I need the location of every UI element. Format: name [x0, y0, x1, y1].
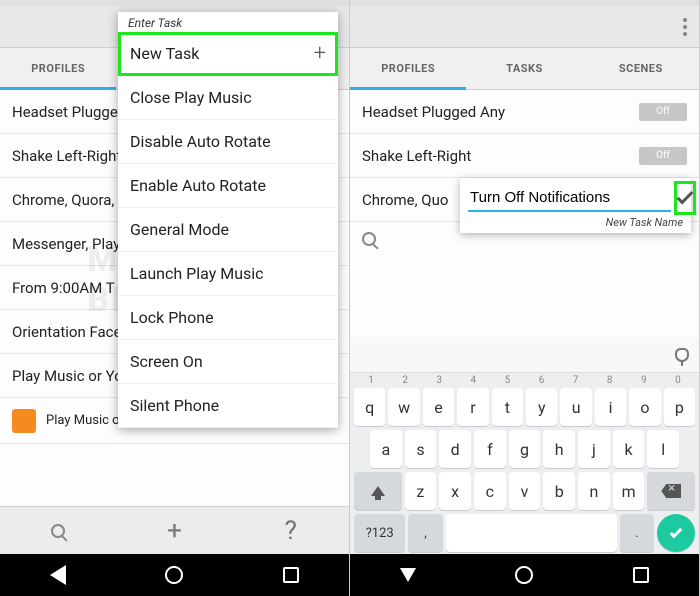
key[interactable]: p: [664, 388, 695, 426]
key[interactable]: y: [526, 388, 557, 426]
task-item[interactable]: Lock Phone: [118, 296, 338, 340]
overflow-icon[interactable]: [683, 18, 689, 36]
android-nav-bar: [350, 554, 699, 596]
search-button[interactable]: [362, 232, 388, 258]
number-hint-row: 1234567890: [350, 373, 699, 386]
key-row-1: q w e r t y u i o p: [350, 386, 699, 428]
key[interactable]: r: [457, 388, 488, 426]
key[interactable]: u: [560, 388, 591, 426]
nav-recents-icon[interactable]: [633, 567, 649, 583]
tab-profiles[interactable]: PROFILES: [0, 48, 116, 89]
key[interactable]: x: [439, 472, 471, 510]
search-icon: [51, 524, 65, 538]
key[interactable]: n: [578, 472, 610, 510]
shift-key[interactable]: [354, 472, 402, 510]
key[interactable]: b: [543, 472, 575, 510]
key[interactable]: f: [474, 430, 506, 468]
backspace-icon: [661, 484, 681, 498]
help-button[interactable]: ?: [233, 507, 349, 554]
key[interactable]: i: [595, 388, 626, 426]
toggle-off[interactable]: Off: [639, 103, 687, 121]
new-task-name-card: New Task Name: [460, 178, 691, 233]
mic-icon[interactable]: [675, 348, 689, 362]
key[interactable]: l: [647, 430, 679, 468]
key-row-4: ?123 , .: [350, 512, 699, 554]
confirm-button[interactable]: [677, 184, 693, 212]
suggestion-bar: [350, 337, 699, 373]
tab-tasks[interactable]: TASKS: [466, 48, 582, 89]
key-row-2: a s d f g h j k l: [350, 428, 699, 470]
nav-home-icon[interactable]: [165, 566, 183, 584]
key-row-3: z x c v b n m: [350, 470, 699, 512]
popup-title: Enter Task: [118, 12, 338, 32]
key[interactable]: w: [388, 388, 419, 426]
list-item[interactable]: Shake Left-Right Off: [350, 134, 699, 178]
task-item[interactable]: General Mode: [118, 208, 338, 252]
phone-left: PROFILES TASKS SCENES Headset Plugged Sh…: [0, 0, 350, 596]
key[interactable]: t: [492, 388, 523, 426]
comma-key[interactable]: ,: [408, 514, 442, 552]
task-item[interactable]: Screen On: [118, 340, 338, 384]
task-select-popup: Enter Task New Task + Close Play Music D…: [118, 12, 338, 428]
check-icon: [670, 525, 683, 538]
key[interactable]: c: [474, 472, 506, 510]
list-item[interactable]: Headset Plugged Any Off: [350, 90, 699, 134]
tab-scenes[interactable]: SCENES: [583, 48, 699, 89]
plus-icon: +: [314, 41, 326, 66]
task-item[interactable]: Close Play Music: [118, 76, 338, 120]
key[interactable]: z: [405, 472, 437, 510]
task-item[interactable]: Enable Auto Rotate: [118, 164, 338, 208]
backspace-key[interactable]: [647, 472, 695, 510]
soft-keyboard: 1234567890 q w e r t y u i o p a s d f g…: [350, 337, 699, 554]
task-name-hint: New Task Name: [468, 216, 683, 229]
key[interactable]: s: [405, 430, 437, 468]
enter-key[interactable]: [657, 514, 695, 552]
space-key[interactable]: [446, 514, 617, 552]
check-icon: [677, 188, 694, 205]
key[interactable]: q: [354, 388, 385, 426]
play-music-icon: [12, 409, 36, 433]
search-icon: [362, 232, 376, 246]
key[interactable]: d: [439, 430, 471, 468]
symbols-key[interactable]: ?123: [354, 514, 405, 552]
phone-right: PROFILES TASKS SCENES Headset Plugged An…: [350, 0, 700, 596]
key[interactable]: v: [509, 472, 541, 510]
key[interactable]: e: [423, 388, 454, 426]
tab-profiles[interactable]: PROFILES: [350, 48, 466, 89]
key[interactable]: g: [509, 430, 541, 468]
shift-icon: [371, 486, 385, 496]
nav-back-icon[interactable]: [400, 568, 416, 582]
nav-recents-icon[interactable]: [283, 567, 299, 583]
tab-bar: PROFILES TASKS SCENES: [350, 48, 699, 90]
app-bar: [350, 6, 699, 48]
add-button[interactable]: +: [116, 507, 232, 554]
bottom-bar: + ?: [0, 506, 349, 554]
key[interactable]: h: [543, 430, 575, 468]
android-nav-bar: [0, 554, 349, 596]
key[interactable]: j: [578, 430, 610, 468]
task-item[interactable]: Launch Play Music: [118, 252, 338, 296]
task-item[interactable]: Silent Phone: [118, 384, 338, 428]
key[interactable]: o: [629, 388, 660, 426]
task-item[interactable]: Disable Auto Rotate: [118, 120, 338, 164]
key[interactable]: a: [370, 430, 402, 468]
toggle-off[interactable]: Off: [639, 147, 687, 165]
search-button[interactable]: [0, 507, 116, 554]
nav-back-icon[interactable]: [50, 565, 66, 585]
task-name-input[interactable]: [468, 185, 671, 212]
key[interactable]: k: [613, 430, 645, 468]
new-task-item[interactable]: New Task +: [118, 32, 338, 76]
new-task-label: New Task: [130, 44, 199, 63]
key[interactable]: m: [613, 472, 645, 510]
nav-home-icon[interactable]: [515, 566, 533, 584]
period-key[interactable]: .: [620, 514, 654, 552]
